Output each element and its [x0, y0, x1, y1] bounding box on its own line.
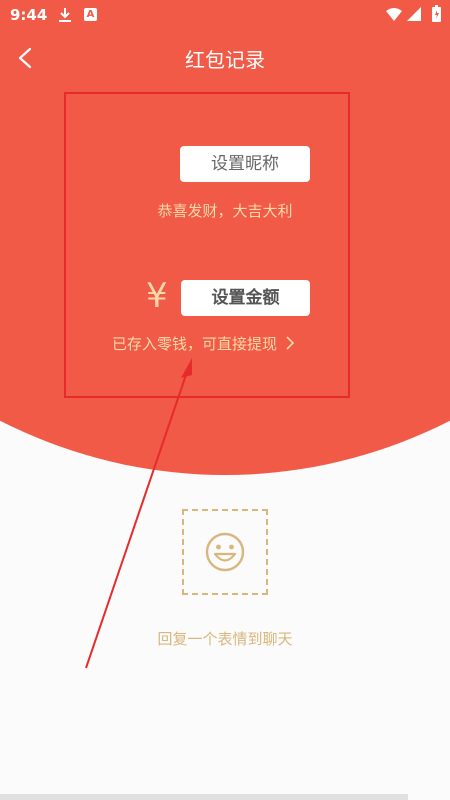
- bottom-scroll-indicator: [0, 794, 408, 800]
- change-balance-link-label: 已存入零钱，可直接提现: [112, 335, 278, 353]
- currency-symbol: ¥: [146, 276, 168, 316]
- smile-icon: [205, 532, 245, 572]
- signal-icon: [407, 7, 421, 21]
- emoji-reply-caption: 回复一个表情到聊天: [157, 630, 293, 648]
- wifi-icon: [386, 8, 402, 21]
- page-title: 红包记录: [185, 48, 265, 72]
- status-bar: 9:44 A: [0, 0, 450, 32]
- status-time: 9:44: [10, 6, 48, 24]
- change-balance-link[interactable]: 已存入零钱，可直接提现: [112, 333, 342, 354]
- emoji-reply-button[interactable]: [182, 509, 268, 595]
- set-nickname-button[interactable]: 设置昵称: [180, 146, 310, 182]
- navigation-bar: 红包记录: [0, 32, 450, 84]
- download-icon: [59, 8, 71, 22]
- greeting-text: 恭喜发财，大吉大利: [157, 202, 293, 220]
- a-badge-icon: A: [84, 8, 97, 21]
- set-amount-button[interactable]: 设置金额: [181, 280, 310, 316]
- battery-icon: [432, 5, 441, 22]
- chevron-right-icon: [286, 336, 294, 350]
